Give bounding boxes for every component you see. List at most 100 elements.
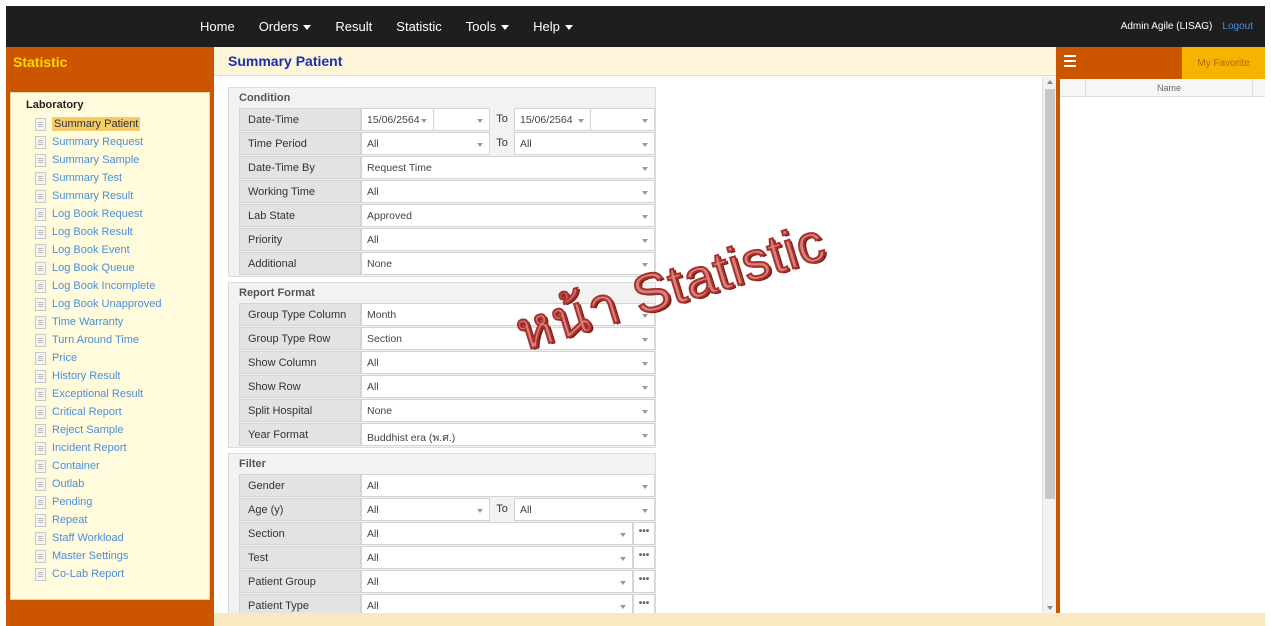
show-column-row: Show Column All <box>239 351 655 374</box>
date-time-by-select[interactable]: Request Time <box>361 156 655 179</box>
section-select[interactable]: All <box>361 522 633 545</box>
sidebar-item-log-book-result[interactable]: Log Book Result <box>11 223 209 241</box>
patient-group-more-button[interactable]: ••• <box>633 570 655 593</box>
group-type-column-select[interactable]: Month <box>361 303 655 326</box>
scroll-thumb[interactable] <box>1045 89 1055 499</box>
date-from-input[interactable]: 15/06/2564 <box>361 108 433 131</box>
lab-state-select[interactable]: Approved <box>361 204 655 227</box>
sidebar-item-label: Co-Lab Report <box>52 568 125 580</box>
sidebar-item-summary-patient[interactable]: Summary Patient <box>11 115 209 133</box>
document-icon <box>35 351 46 365</box>
priority-select[interactable]: All <box>361 228 655 251</box>
sidebar-item-label: Log Book Unapproved <box>52 298 162 310</box>
show-row-select[interactable]: All <box>361 375 655 398</box>
sidebar-item-exceptional-result[interactable]: Exceptional Result <box>11 385 209 403</box>
nav-orders[interactable]: Orders <box>247 19 324 34</box>
sidebar-item-label: Price <box>52 352 78 364</box>
sidebar-item-label: History Result <box>52 370 121 382</box>
document-icon <box>35 279 46 293</box>
sidebar-item-log-book-event[interactable]: Log Book Event <box>11 241 209 259</box>
year-format-label: Year Format <box>239 423 361 446</box>
sidebar-item-outlab[interactable]: Outlab <box>11 475 209 493</box>
working-time-label: Working Time <box>239 180 361 203</box>
test-row: Test All ••• <box>239 546 655 569</box>
nav-result[interactable]: Result <box>323 19 384 34</box>
hamburger-menu-icon[interactable] <box>1064 55 1076 67</box>
additional-select[interactable]: None <box>361 252 655 275</box>
sidebar-item-turn-around-time[interactable]: Turn Around Time <box>11 331 209 349</box>
document-icon <box>35 423 46 437</box>
split-hospital-select[interactable]: None <box>361 399 655 422</box>
sidebar-item-summary-result[interactable]: Summary Result <box>11 187 209 205</box>
split-hospital-row: Split Hospital None <box>239 399 655 422</box>
age-from-select[interactable]: All <box>361 498 490 521</box>
date-time-by-label: Date-Time By <box>239 156 361 179</box>
main-scrollbar[interactable] <box>1042 77 1056 613</box>
show-column-select[interactable]: All <box>361 351 655 374</box>
document-icon <box>35 153 46 167</box>
sidebar-item-summary-test[interactable]: Summary Test <box>11 169 209 187</box>
gender-select[interactable]: All <box>361 474 655 497</box>
sidebar-item-label: Staff Workload <box>52 532 124 544</box>
patient-type-select[interactable]: All <box>361 594 633 613</box>
page-title: Summary Patient <box>228 53 343 69</box>
sidebar-item-log-book-queue[interactable]: Log Book Queue <box>11 259 209 277</box>
sidebar-item-incident-report[interactable]: Incident Report <box>11 439 209 457</box>
time-period-row: Time Period All To All <box>239 132 655 155</box>
test-select[interactable]: All <box>361 546 633 569</box>
sidebar-item-critical-report[interactable]: Critical Report <box>11 403 209 421</box>
year-format-select[interactable]: Buddhist era (พ.ศ.) <box>361 423 655 446</box>
name-column-header: Name <box>1086 79 1253 96</box>
patient-group-select[interactable]: All <box>361 570 633 593</box>
sidebar-item-label: Master Settings <box>52 550 129 562</box>
sidebar-item-staff-workload[interactable]: Staff Workload <box>11 529 209 547</box>
sidebar-item-reject-sample[interactable]: Reject Sample <box>11 421 209 439</box>
sidebar-item-pending[interactable]: Pending <box>11 493 209 511</box>
scroll-down-icon[interactable] <box>1047 606 1053 610</box>
document-icon <box>35 225 46 239</box>
section-label: Section <box>239 522 361 545</box>
sidebar-item-summary-request[interactable]: Summary Request <box>11 133 209 151</box>
top-navbar: Home Orders Result Statistic Tools Help … <box>6 6 1265 47</box>
patient-type-more-button[interactable]: ••• <box>633 594 655 613</box>
sidebar-item-repeat[interactable]: Repeat <box>11 511 209 529</box>
logout-link[interactable]: Logout <box>1222 21 1253 32</box>
sidebar-item-container[interactable]: Container <box>11 457 209 475</box>
group-type-row-select[interactable]: Section <box>361 327 655 350</box>
sidebar-item-log-book-unapproved[interactable]: Log Book Unapproved <box>11 295 209 313</box>
section-more-button[interactable]: ••• <box>633 522 655 545</box>
age-to-select[interactable]: All <box>514 498 655 521</box>
working-time-select[interactable]: All <box>361 180 655 203</box>
my-favorite-tab[interactable]: My Favorite <box>1182 47 1265 79</box>
document-icon <box>35 513 46 527</box>
sidebar-item-time-warranty[interactable]: Time Warranty <box>11 313 209 331</box>
time-period-to-select[interactable]: All <box>514 132 655 155</box>
caret-down-icon <box>501 25 510 31</box>
sidebar-item-co-lab-report[interactable]: Co-Lab Report <box>11 565 209 583</box>
sidebar-item-log-book-request[interactable]: Log Book Request <box>11 205 209 223</box>
sidebar-item-history-result[interactable]: History Result <box>11 367 209 385</box>
document-icon <box>35 459 46 473</box>
show-column-label: Show Column <box>239 351 361 374</box>
scroll-up-icon[interactable] <box>1047 80 1053 84</box>
to-label: To <box>490 108 514 131</box>
time-to-select[interactable] <box>590 108 655 131</box>
nav-home[interactable]: Home <box>188 19 247 34</box>
test-more-button[interactable]: ••• <box>633 546 655 569</box>
page-header: Summary Patient <box>214 47 1056 76</box>
date-to-input[interactable]: 15/06/2564 <box>514 108 590 131</box>
sidebar-item-master-settings[interactable]: Master Settings <box>11 547 209 565</box>
patient-group-label: Patient Group <box>239 570 361 593</box>
nav-statistic[interactable]: Statistic <box>384 19 454 34</box>
time-period-from-select[interactable]: All <box>361 132 490 155</box>
document-icon <box>35 387 46 401</box>
sidebar-item-log-book-incomplete[interactable]: Log Book Incomplete <box>11 277 209 295</box>
sidebar-item-price[interactable]: Price <box>11 349 209 367</box>
nav-tools[interactable]: Tools <box>454 19 521 34</box>
sidebar-item-summary-sample[interactable]: Summary Sample <box>11 151 209 169</box>
nav-help[interactable]: Help <box>521 19 585 34</box>
patient-group-row: Patient Group All ••• <box>239 570 655 593</box>
time-from-select[interactable] <box>433 108 490 131</box>
group-type-row-label: Group Type Row <box>239 327 361 350</box>
lab-state-row: Lab State Approved <box>239 204 655 227</box>
